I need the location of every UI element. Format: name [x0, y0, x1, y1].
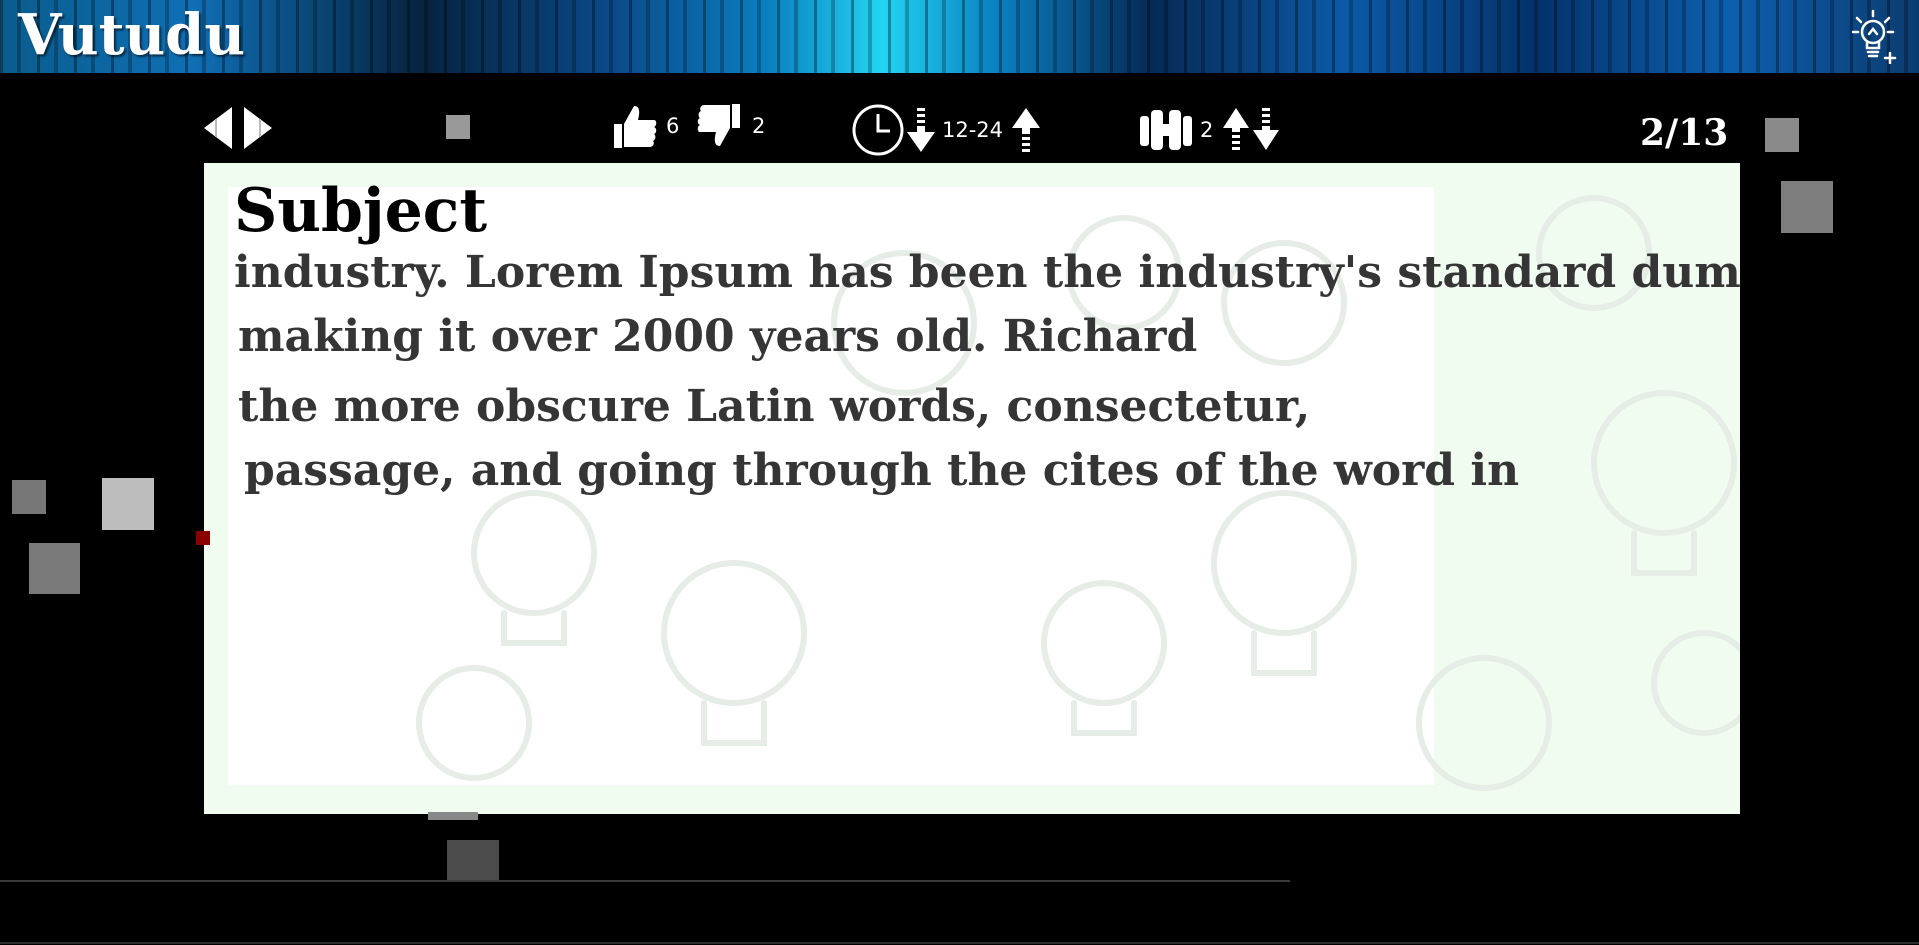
dislikes[interactable]: 2 [696, 102, 765, 150]
card-body-line: industry. Lorem Ipsum has been the indus… [234, 247, 1740, 298]
arrow-up-icon[interactable] [1011, 106, 1041, 154]
app-logo[interactable]: Vutudu [18, 4, 245, 66]
clock-icon [852, 104, 904, 156]
thumbs-down-icon[interactable] [696, 102, 744, 150]
placeholder-square [1765, 118, 1799, 152]
card-body-line: making it over 2000 years old. Richard [238, 311, 1198, 362]
card-body-line: the more obscure Latin words, consectetu… [238, 381, 1311, 432]
placeholder-square [12, 480, 46, 514]
card-subject-title: Subject [234, 176, 488, 246]
placeholder-square [1781, 181, 1833, 233]
placeholder-square [446, 115, 470, 139]
placeholder-square [29, 543, 80, 594]
placeholder-square [447, 840, 499, 882]
red-marker [196, 531, 210, 545]
idea-card: Subject industry. Lorem Ipsum has been t… [204, 163, 1740, 814]
page-counter: 2/13 [1640, 112, 1729, 154]
people-count: 2 [1200, 118, 1214, 142]
sort-up-down-icon[interactable] [1221, 106, 1285, 154]
thumbs-up-icon[interactable] [610, 102, 658, 150]
bottom-divider [0, 880, 1290, 882]
time-range: 12-24 [942, 118, 1004, 142]
people-filter[interactable]: 2 [1138, 106, 1285, 154]
dislikes-count: 2 [752, 114, 766, 138]
arrow-down-icon[interactable] [906, 106, 936, 154]
triangle-right-icon[interactable] [240, 105, 274, 151]
card-navigation [202, 105, 278, 151]
likes[interactable]: 6 [610, 102, 679, 150]
time-range-filter[interactable]: 12-24 [852, 104, 1041, 156]
placeholder-square [102, 478, 154, 530]
bottom-divider [0, 942, 1919, 944]
header-banner: Vutudu [0, 0, 1919, 73]
people-icon [1140, 110, 1192, 150]
placeholder-bar [428, 812, 478, 820]
card-body-line: passage, and going through the cites of … [244, 445, 1520, 496]
lightbulb-plus-icon[interactable] [1851, 8, 1897, 64]
likes-count: 6 [666, 114, 680, 138]
triangle-left-icon[interactable] [202, 105, 236, 151]
